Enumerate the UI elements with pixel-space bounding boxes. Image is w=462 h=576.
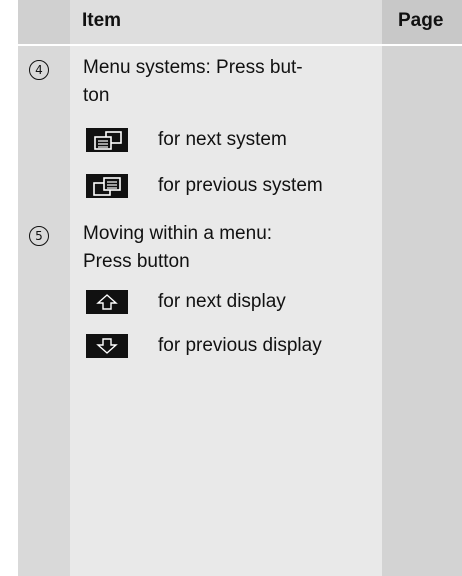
header-divider xyxy=(18,44,462,46)
row-text-line: ton xyxy=(83,85,110,106)
button-description: for previous system xyxy=(158,175,323,196)
button-description: for previous display xyxy=(158,335,322,356)
header-item-cell: Item xyxy=(70,0,382,44)
row-text-line: Press button xyxy=(83,251,190,272)
button-description: for next system xyxy=(158,129,287,150)
header-item-label: Item xyxy=(82,10,122,31)
down-arrow-icon xyxy=(86,334,128,358)
row-number-badge: 4 xyxy=(29,60,49,80)
next-system-icon xyxy=(86,128,128,152)
row-number-badge: 5 xyxy=(29,226,49,246)
header-page-label: Page xyxy=(398,10,444,31)
previous-system-icon xyxy=(86,174,128,198)
up-arrow-icon xyxy=(86,290,128,314)
page-column xyxy=(382,0,462,576)
row-text-line: Moving within a menu: xyxy=(83,223,273,244)
instruction-table: Item Page 4 Menu systems: Press but- ton… xyxy=(18,0,462,576)
number-column xyxy=(18,0,70,576)
header-page-cell: Page xyxy=(382,0,462,44)
button-description: for next display xyxy=(158,291,286,312)
row-text-line: Menu systems: Press but- xyxy=(83,57,303,78)
header-number-cell xyxy=(18,0,70,44)
